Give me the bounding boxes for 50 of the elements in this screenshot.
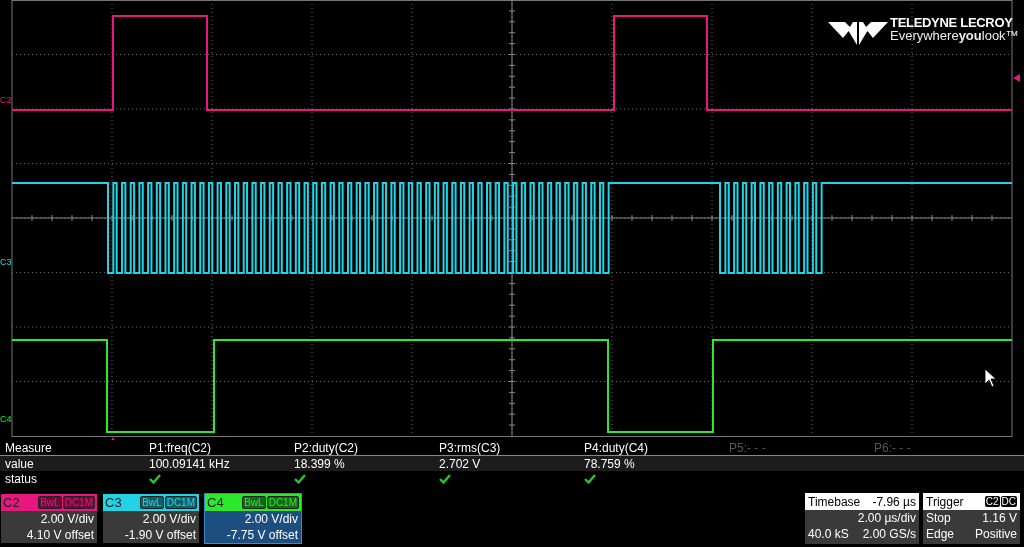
brand-tagline: Everywhereyoulook™: [890, 29, 1019, 42]
volts-per-div: 2.00 V/div: [142, 511, 196, 527]
parameter-name: P3:rms(C3): [439, 440, 502, 455]
volts-per-div: 2.00 V/div: [40, 511, 94, 527]
trigger-type: Edge: [926, 526, 955, 542]
channel-name: C3: [105, 495, 123, 510]
sample-count: 40.0 kS: [808, 526, 849, 542]
trigger-mode: Stop: [926, 510, 951, 526]
row-label: Measure: [4, 440, 53, 455]
channel-descriptor[interactable]: C4 BwL DC1M 2.00 V/div -7.75 V offset: [204, 493, 302, 544]
brand-name: TELEDYNE LECROY: [890, 16, 1014, 29]
sample-rate: 2.00 GS/s: [862, 526, 916, 542]
parameter-value: 18.399 %: [294, 456, 345, 471]
logo-icon: [828, 22, 888, 45]
channel-tag: DC1M: [266, 496, 299, 509]
channel-offset: -7.75 V offset: [226, 527, 298, 543]
channel-marker-label: C2: [0, 95, 12, 105]
row-label: status: [4, 471, 38, 486]
trigger-position-marker: [109, 437, 117, 440]
parameter-name: P5:- - -: [729, 440, 767, 455]
row-label: value: [4, 456, 35, 471]
parameter-name: P1:freq(C2): [149, 440, 213, 455]
trigger-slope: Positive: [974, 526, 1017, 542]
trigger-title: Trigger: [926, 494, 964, 509]
time-per-div: 2.00 µs/div: [857, 510, 916, 526]
mouse-cursor-icon: [984, 368, 997, 388]
channel-marker-label: C3: [0, 257, 12, 267]
channel-name: C2: [3, 495, 21, 510]
channel-name: C4: [207, 495, 225, 510]
channel-offset: 4.10 V offset: [26, 527, 94, 543]
timebase-delay: -7.96 µs: [872, 494, 916, 509]
channel-marker-label: C4: [0, 414, 12, 424]
parameter-name: P4:duty(C4): [584, 440, 650, 455]
channel-tag: DC1M: [164, 496, 197, 509]
parameter-name: P6:- - -: [874, 440, 912, 455]
channel-tag: BwL: [140, 496, 164, 509]
trigger-source: C2: [984, 496, 1000, 507]
channel-tag: BwL: [38, 496, 62, 509]
parameter-name: P2:duty(C2): [294, 440, 360, 455]
trigger-level: 1.16 V: [982, 510, 1017, 526]
channel-offset: -1.90 V offset: [124, 527, 196, 543]
parameter-value: 2.702 V: [439, 456, 481, 471]
trigger-level-marker: [1013, 74, 1020, 82]
parameter-value: 100.09141 kHz: [149, 456, 230, 471]
volts-per-div: 2.00 V/div: [244, 511, 298, 527]
trigger-coupling: DC: [1000, 496, 1017, 507]
timebase-title: Timebase: [808, 494, 861, 509]
channel-tag: DC1M: [62, 496, 95, 509]
channel-tag: BwL: [242, 496, 266, 509]
parameter-value: 78.759 %: [584, 456, 635, 471]
